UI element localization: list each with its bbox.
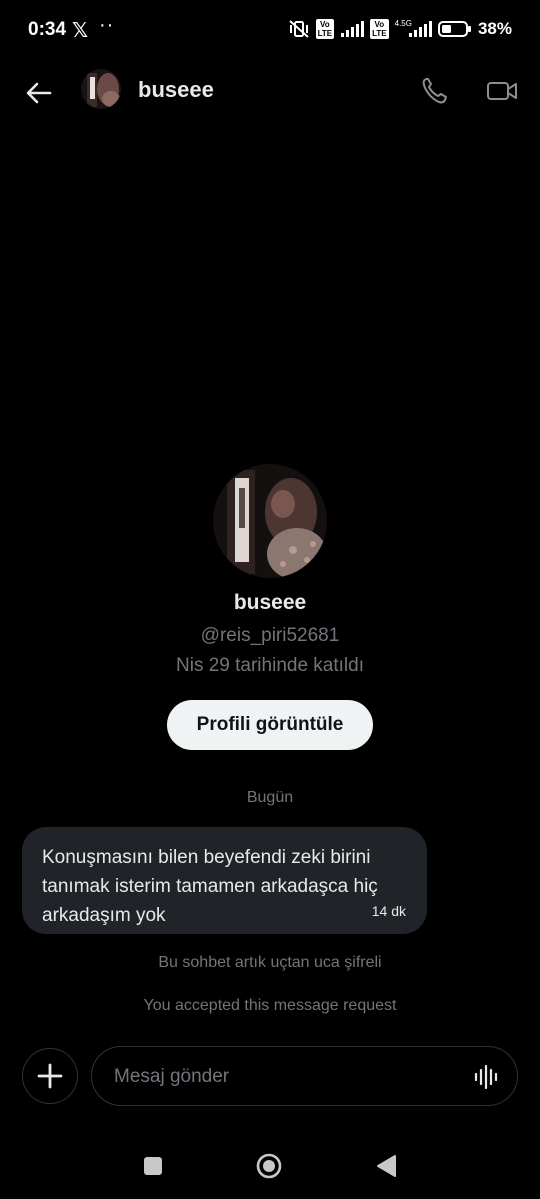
status-time: 0:34 bbox=[28, 19, 67, 40]
network-badge: 4.5G bbox=[394, 18, 412, 28]
profile-name: buseee bbox=[233, 591, 307, 614]
signal-icon bbox=[341, 21, 365, 37]
header-avatar[interactable] bbox=[81, 69, 121, 109]
video-icon bbox=[487, 82, 517, 100]
profile-avatar-photo bbox=[213, 464, 327, 578]
battery-percent: 38% bbox=[477, 19, 512, 38]
profile-handle: @reis_piri52681 bbox=[200, 625, 340, 646]
request-accepted-notice: You accepted this message request bbox=[143, 997, 397, 1014]
status-icons: Vo LTE Vo LTE 4.5G 38% bbox=[288, 19, 512, 39]
message-text: Konuşmasını bilen beyefendi zeki birini … bbox=[42, 847, 378, 926]
home-nav-button[interactable] bbox=[256, 1153, 282, 1179]
phone-icon bbox=[422, 78, 447, 104]
view-profile-button[interactable]: Profili görüntüle bbox=[167, 700, 373, 750]
profile-avatar[interactable] bbox=[213, 464, 327, 578]
day-separator: Bugün bbox=[246, 789, 294, 806]
back-triangle-icon bbox=[377, 1155, 396, 1177]
x-logo-icon: 𝕏 bbox=[72, 20, 89, 42]
profile-joined-date: Nis 29 tarihinde katıldı bbox=[176, 655, 364, 676]
message-bubble[interactable]: Konuşmasını bilen beyefendi zeki birini … bbox=[22, 827, 427, 934]
avatar-photo bbox=[81, 69, 121, 109]
status-extra: ·· bbox=[99, 14, 115, 36]
encryption-notice: Bu sohbet artık uçtan uca şifreli bbox=[158, 954, 382, 971]
conversation-header: buseee bbox=[0, 62, 540, 124]
voice-message-button[interactable] bbox=[473, 1064, 499, 1090]
status-bar: 0:34 𝕏 ·· Vo LTE Vo LTE 4.5G 38% bbox=[0, 0, 540, 62]
message-time: 14 dk bbox=[371, 903, 406, 919]
add-attachment-button[interactable] bbox=[22, 1048, 78, 1104]
voice-call-button[interactable] bbox=[418, 74, 452, 108]
message-composer[interactable] bbox=[91, 1046, 518, 1107]
battery-icon bbox=[437, 21, 471, 37]
recents-nav-button[interactable] bbox=[144, 1157, 162, 1175]
vibrate-mute-icon bbox=[288, 20, 309, 38]
back-arrow-icon bbox=[26, 82, 52, 104]
volte-icon-2: Vo LTE bbox=[370, 19, 389, 39]
volte-icon: Vo LTE bbox=[315, 19, 335, 39]
message-input[interactable] bbox=[112, 1047, 466, 1107]
home-circle-icon bbox=[256, 1153, 282, 1179]
back-nav-button[interactable] bbox=[375, 1154, 397, 1178]
back-button[interactable] bbox=[22, 76, 56, 110]
plus-icon bbox=[37, 1063, 63, 1089]
video-call-button[interactable] bbox=[484, 74, 520, 108]
header-username[interactable]: buseee bbox=[138, 77, 214, 103]
voice-wave-icon bbox=[474, 1064, 498, 1090]
